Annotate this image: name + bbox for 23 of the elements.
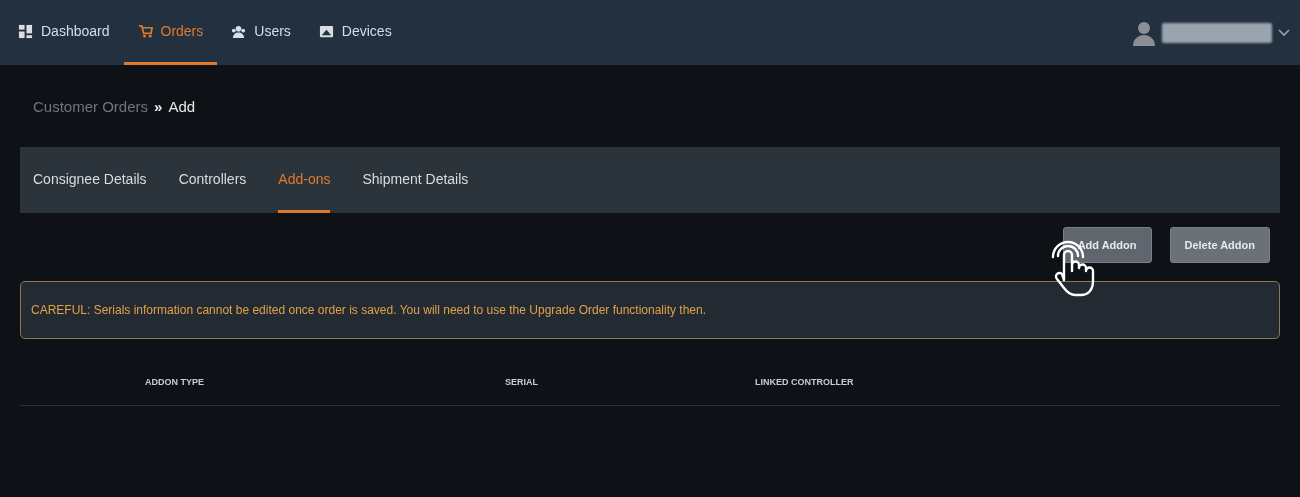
- warning-message: CAREFUL: Serials information cannot be edited once order is saved. You will need to use the Upgrade Order functionality then.: [20, 281, 1280, 339]
- column-header: LINKED CONTROLLER: [755, 377, 855, 387]
- dashboard-icon: [18, 23, 33, 39]
- tab[interactable]: Controllers: [178, 147, 247, 213]
- breadcrumb-link[interactable]: Customer Orders: [33, 97, 149, 115]
- tab[interactable]: Shipment Details: [362, 147, 469, 213]
- users-icon: [231, 23, 247, 39]
- nav-item[interactable]: Orders: [123, 0, 218, 65]
- nav-item[interactable]: Devices: [304, 0, 406, 65]
- breadcrumb-current: Add: [168, 97, 196, 115]
- user-avatar-icon: [1132, 19, 1156, 46]
- caret-icon[interactable]: [1278, 28, 1290, 37]
- add-addon-button[interactable]: Add Addon: [1062, 227, 1152, 263]
- nav-item[interactable]: Users: [217, 0, 305, 65]
- delete-addon-button[interactable]: Delete Addon: [1169, 227, 1270, 263]
- cart-icon: [137, 23, 153, 39]
- tab[interactable]: Add-ons: [278, 147, 331, 213]
- nav-item[interactable]: Dashboard: [18, 0, 124, 65]
- column-header: ADDON TYPE: [145, 377, 205, 387]
- column-header: SERIAL: [505, 377, 539, 387]
- device-icon: [318, 23, 334, 39]
- tab[interactable]: Consignee Details: [33, 147, 147, 213]
- breadcrumb-separator: »: [154, 97, 163, 115]
